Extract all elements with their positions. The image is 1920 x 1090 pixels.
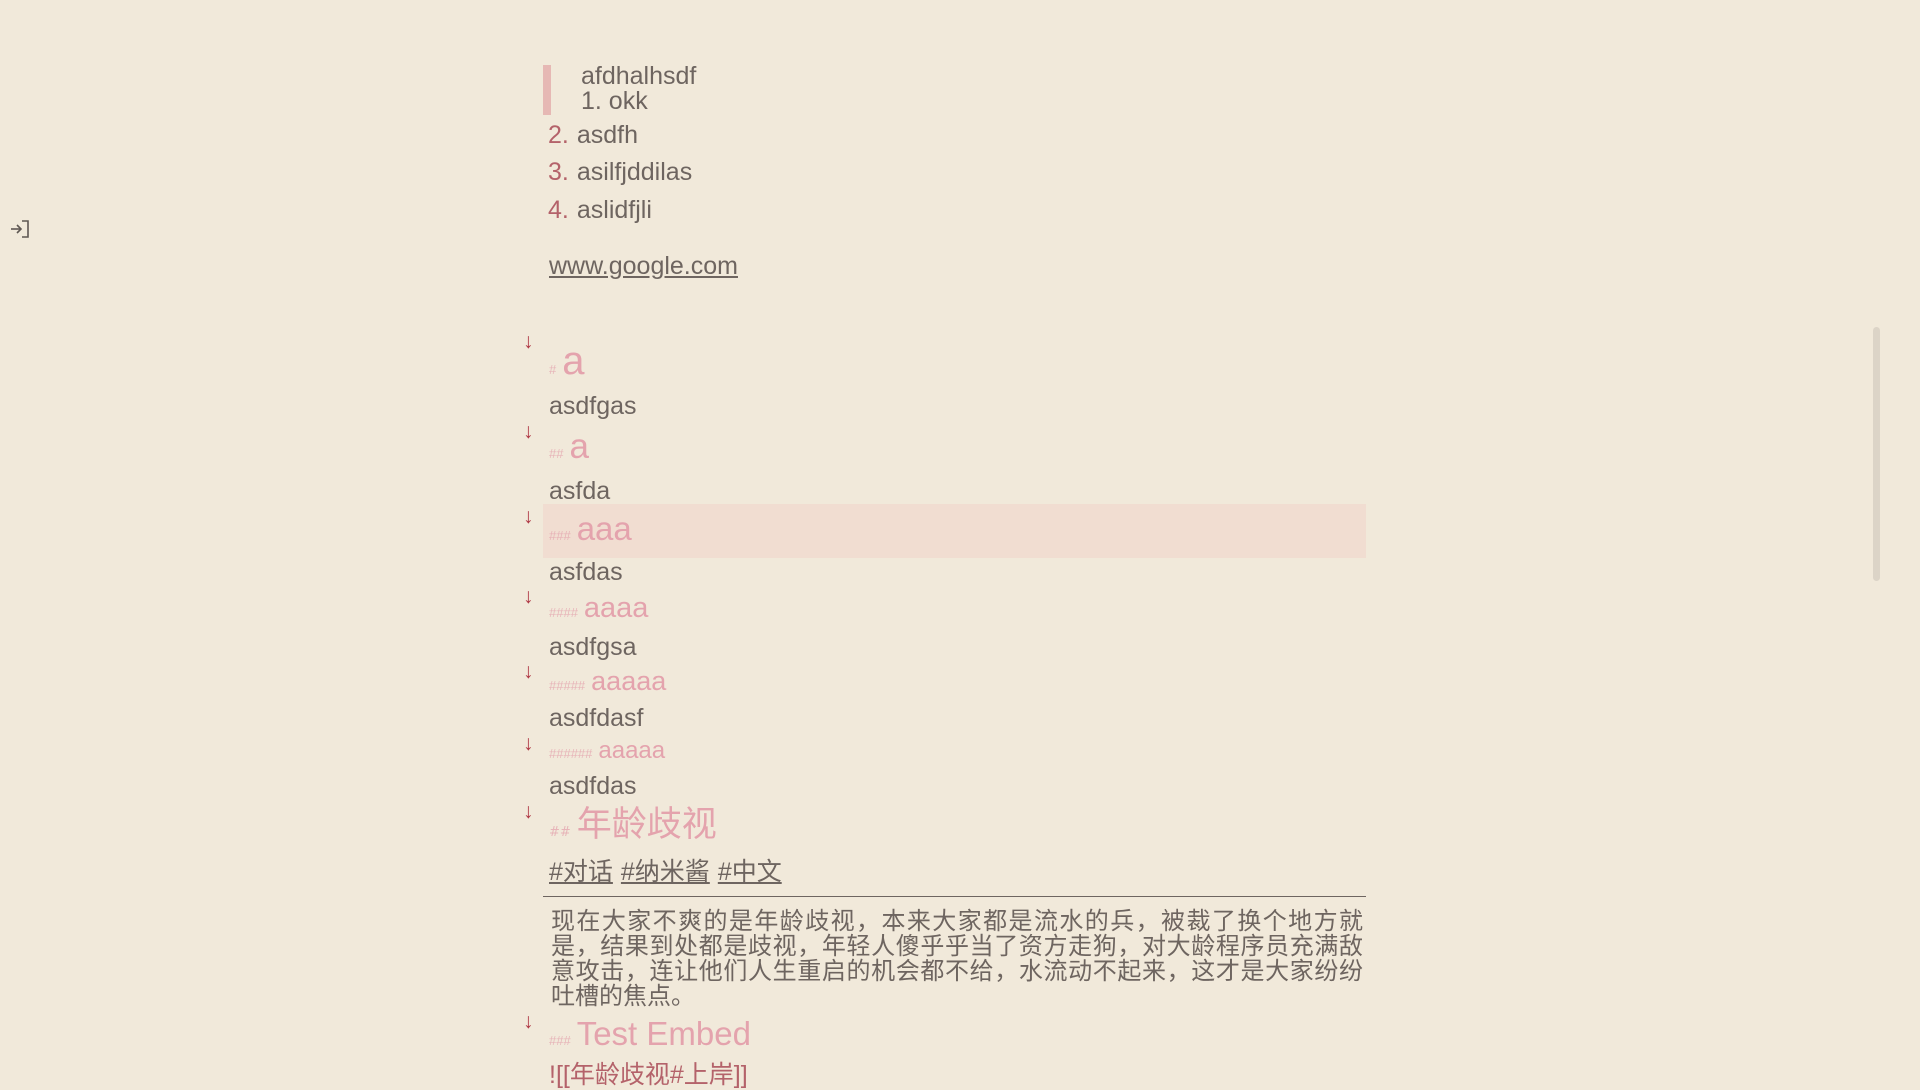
heading-2: ## 年龄歧视 [549,804,717,854]
list-number: 4. [548,196,569,224]
heading-marks: #### [549,605,578,620]
list-item: 4. aslidfjli [548,195,652,225]
tag-link[interactable]: #对话 [549,858,613,886]
list-number: 3. [548,158,569,186]
paragraph: asdfgsa [549,633,637,661]
paragraph: asfda [549,477,611,505]
tag-link[interactable]: #中文 [718,858,782,886]
paragraph: 现在大家不爽的是年龄歧视，本来大家都是流水的兵，被裁了换个地方就是，结果到处都是… [551,907,1363,1010]
heading-title: aaaaa [591,666,667,696]
paragraph: asfdas [549,558,623,586]
fold-arrow-icon[interactable]: ↓ [523,660,534,684]
heading-5: ##### aaaaa [549,665,666,702]
external-link[interactable]: www.google.com [549,251,738,281]
heading-6: ###### aaaaa [549,736,665,769]
fold-arrow-icon[interactable]: ↓ [523,732,534,756]
fold-arrow-icon[interactable]: ↓ [523,800,534,824]
list-item: 2. asdfh [548,120,638,150]
blockquote-line: afdhalhsdf [581,62,697,90]
tag-list: #对话 #纳米酱 #中文 [549,857,790,887]
embed-link[interactable]: ![[年龄歧视#上岸]] [549,1060,748,1090]
heading-marks: ## [549,825,571,840]
scrollbar-thumb[interactable] [1873,327,1880,581]
heading-title: aaaa [583,592,649,624]
heading-marks: ### [549,1033,571,1048]
fold-arrow-icon[interactable]: ↓ [523,505,534,529]
horizontal-rule [543,896,1366,897]
heading-marks: ###### [549,746,593,761]
heading-3: ### aaa [549,510,632,555]
heading-title: aaa [576,510,632,547]
list-number: 2. [548,121,569,149]
heading-marks: # [549,362,557,377]
list-item-text: asilfjddilas [576,158,693,186]
paragraph: asdfgas [549,392,637,420]
heading-title: a [569,427,589,466]
fold-arrow-icon[interactable]: ↓ [523,330,534,354]
list-item: 3. asilfjddilas [548,157,692,187]
heading-2: ## a [549,427,589,474]
tag-link[interactable]: #纳米酱 [621,858,710,886]
heading-title: 年龄歧视 [576,805,717,845]
heading-marks: ## [549,446,564,461]
heading-title: a [562,339,585,383]
fold-arrow-icon[interactable]: ↓ [523,1010,534,1034]
heading-marks: ##### [549,678,586,693]
blockquote: afdhalhsdf 1. okk [581,64,696,114]
paragraph: asdfdasf [549,704,644,732]
fold-arrow-icon[interactable]: ↓ [523,585,534,609]
heading-4: #### aaaa [549,591,648,630]
paragraph: asdfdas [549,772,637,800]
blockquote-bar [543,65,551,115]
heading-1: # a [549,338,584,393]
sidebar-expand-icon[interactable] [8,217,32,241]
heading-title: Test Embed [576,1015,751,1052]
blockquote-line: 1. okk [581,87,648,115]
active-line-highlight [543,504,1366,558]
heading-marks: ### [549,528,571,543]
list-item-text: asdfh [576,121,639,149]
heading-3: ### Test Embed [549,1015,751,1060]
list-item-text: aslidfjli [576,196,652,224]
fold-arrow-icon[interactable]: ↓ [523,420,534,444]
heading-title: aaaaa [598,737,666,764]
